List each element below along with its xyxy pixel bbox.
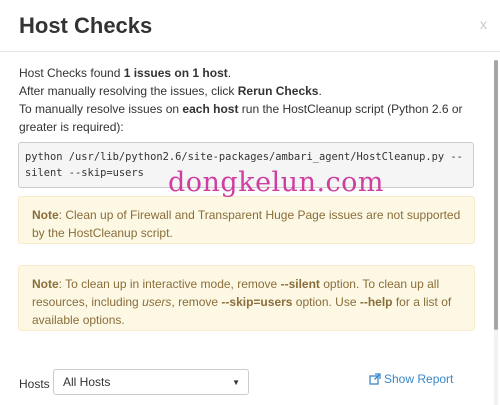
- show-report-label: Show Report: [384, 372, 454, 386]
- close-button[interactable]: x: [480, 16, 487, 32]
- issues-count: 1 issues on 1 host: [123, 66, 228, 80]
- scrollbar-thumb[interactable]: [494, 60, 498, 330]
- each-host-label: each host: [182, 102, 239, 116]
- modal-header: Host Checks x: [0, 0, 500, 52]
- firewall-note-alert: Note: Clean up of Firewall and Transpare…: [18, 196, 475, 244]
- rerun-instruction: After manually resolving the issues, cli…: [19, 84, 322, 98]
- cleanup-options-note-alert: Note: To clean up in interactive mode, r…: [18, 265, 475, 331]
- hosts-select[interactable]: All Hosts ▼: [53, 369, 249, 395]
- hosts-filter-row: Hosts All Hosts ▼ Show Report: [19, 369, 479, 397]
- caret-down-icon: ▼: [232, 378, 240, 387]
- modal-body: Host Checks found 1 issues on 1 host. Af…: [0, 53, 487, 405]
- hosts-label: Hosts: [19, 377, 50, 391]
- cleanup-command-code[interactable]: python /usr/lib/python2.6/site-packages/…: [18, 142, 474, 188]
- intro-text: Host Checks found 1 issues on 1 host. Af…: [19, 64, 481, 136]
- help-option: --help: [359, 295, 393, 309]
- external-link-icon: [369, 373, 381, 385]
- skip-users-option: --skip=users: [221, 295, 293, 309]
- hosts-select-value: All Hosts: [63, 375, 111, 389]
- manual-resolve-instruction: To manually resolve issues on each host …: [19, 102, 463, 134]
- summary-line: Host Checks found 1 issues on 1 host.: [19, 66, 232, 80]
- users-term: users: [142, 295, 172, 309]
- silent-option: --silent: [280, 277, 320, 291]
- note-label: Note: [32, 277, 59, 291]
- note-label: Note: [32, 208, 59, 222]
- rerun-checks-label: Rerun Checks: [237, 84, 319, 98]
- modal-title: Host Checks: [19, 13, 153, 38]
- host-checks-modal: Host Checks x Host Checks found 1 issues…: [0, 0, 500, 405]
- show-report-link[interactable]: Show Report: [369, 372, 453, 386]
